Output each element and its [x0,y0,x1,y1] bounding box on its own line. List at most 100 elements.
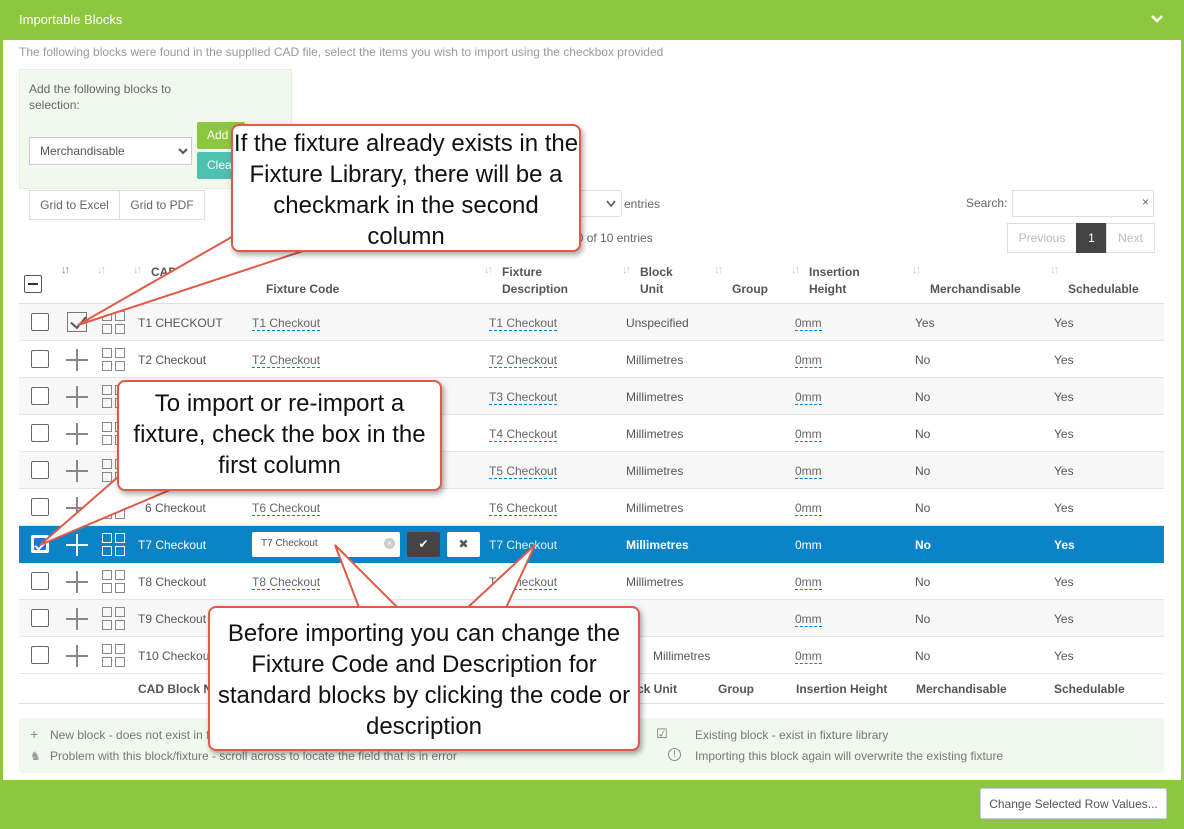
insertion-height-link[interactable]: 0mm [795,538,822,552]
cancel-edit-button[interactable]: ✖ [447,532,480,557]
sort-icon[interactable]: ↓↑ [1050,264,1059,276]
legend-new: New block - does not exist in f [50,728,210,742]
cad-block-name: T7 Checkout [138,538,207,552]
col-insertion-height[interactable]: Insertion [809,264,860,281]
col-block-unit-2: Unit [640,282,664,296]
fixture-desc-link[interactable]: T7 Checkout [489,538,557,552]
sort-icon[interactable]: ↓↑ [622,264,631,276]
table-row[interactable]: T2 Checkout T2 Checkout T2 Checkout Mill… [19,341,1164,378]
fixture-code-link[interactable]: T6 Checkout [252,501,321,516]
merchandisable-value: Yes [915,316,935,330]
block-unit: Millimetres [626,427,684,441]
sort-icon[interactable]: ↓↑ [484,264,493,276]
block-unit: Millimetres [626,464,684,478]
search-clear-icon[interactable]: × [1142,195,1149,209]
schedulable-value: Yes [1054,316,1074,330]
sort-icon[interactable]: ↓↑ [714,264,723,276]
sort-icon[interactable]: ↓↑ [912,264,921,276]
block-grid-icon [102,644,126,668]
col-cad-block[interactable]: CAD B [151,264,189,281]
row-checkbox-checked[interactable] [31,535,49,553]
fixture-code-link[interactable]: T8 Checkout [252,575,321,590]
cad-block-name: 6 Checkout [145,501,206,515]
merchandisable-value: No [915,575,931,589]
foot-col-unit: ck Unit [637,682,678,696]
info-icon: ! [668,748,681,761]
schedulable-value: Yes [1054,427,1074,441]
row-checkbox[interactable] [31,572,49,590]
fixture-desc-link[interactable]: T6 Checkout [489,501,558,516]
schedulable-value: Yes [1054,501,1074,515]
fixture-code-edit-value: T7 Checkout [261,538,318,549]
insertion-height-link[interactable]: 0mm [795,649,822,664]
row-checkbox[interactable] [31,350,49,368]
clear-input-icon[interactable]: × [384,538,395,549]
block-grid-icon [102,570,126,594]
row-checkbox[interactable] [31,387,49,405]
row-checkbox[interactable] [31,461,49,479]
fixture-code-link[interactable]: T2 Checkout [252,353,321,368]
fixture-desc-link[interactable]: T1 Checkout [489,316,558,331]
grid-to-excel-button[interactable]: Grid to Excel [29,190,120,220]
table-row[interactable]: T1 CHECKOUT T1 Checkout T1 Checkout Unsp… [19,304,1164,341]
row-checkbox[interactable] [31,646,49,664]
row-checkbox[interactable] [31,424,49,442]
grid-to-pdf-button[interactable]: Grid to PDF [119,190,205,220]
merchandisable-value: No [915,390,931,404]
col-schedulable[interactable]: Schedulable [1068,281,1139,298]
row-checkbox[interactable] [31,498,49,516]
fixture-code-edit-input[interactable]: T7 Checkout × [252,532,400,557]
fixture-desc-link[interactable]: T8 Checkout [489,575,558,590]
chevron-down-icon[interactable] [1150,12,1164,26]
search-input[interactable] [1012,190,1154,217]
foot-col-group: Group [718,682,754,696]
insertion-height-link[interactable]: 0mm [795,353,822,368]
fixture-desc-link[interactable]: T5 Checkout [489,464,558,479]
table-row[interactable]: 6 Checkout T6 Checkout T6 Checkout Milli… [19,489,1164,526]
fixture-desc-link[interactable]: T2 Checkout [489,353,558,368]
insertion-height-link[interactable]: 0mm [795,427,822,442]
fixture-desc-link[interactable]: T3 Checkout [489,390,558,405]
insertion-height-link[interactable]: 0mm [795,316,822,331]
sort-icon[interactable]: ↓↑ [61,264,70,276]
pagination-next[interactable]: Next [1106,223,1155,253]
cad-block-name: T8 Checkout [138,575,207,589]
fixture-desc-link[interactable]: T4 Checkout [489,427,558,442]
insertion-height-link[interactable]: 0mm [795,575,822,590]
pagination-previous[interactable]: Previous [1007,223,1077,253]
insertion-height-link[interactable]: 0mm [795,464,822,479]
table-row-selected[interactable]: T7 Checkout T7 Checkout × ✔ ✖ T7 Checkou… [19,526,1164,563]
select-all-checkbox[interactable] [24,275,42,293]
pagination-page[interactable]: 1 [1076,223,1107,253]
merchandisable-value: No [915,427,931,441]
change-selected-rows-button[interactable]: Change Selected Row Values... [980,788,1167,819]
sort-icon[interactable]: ↓↑ [97,264,106,276]
col-block-unit[interactable]: Block [640,264,673,281]
col-fixture-desc[interactable]: Fixture [502,264,542,281]
foot-col-merch: Merchandisable [916,682,1007,696]
fixture-code-link[interactable]: T1 Checkout [252,316,321,331]
confirm-edit-button[interactable]: ✔ [407,532,440,557]
selection-type-select[interactable]: Merchandisable [29,137,192,165]
row-checkbox[interactable] [31,313,49,331]
new-block-plus-icon [66,386,88,408]
table-row[interactable]: T8 Checkout T8 Checkout T8 Checkout Mill… [19,563,1164,600]
sort-icon[interactable]: ↓↑ [133,264,142,276]
block-grid-icon [102,496,126,520]
row-checkbox[interactable] [31,609,49,627]
block-grid-icon [102,533,126,557]
insertion-height-link[interactable]: 0mm [795,390,822,405]
new-block-plus-icon [66,460,88,482]
insertion-height-link[interactable]: 0mm [795,612,822,627]
col-fixture-code[interactable]: Fixture Code [266,281,339,298]
legend-existing: Existing block - exist in fixture librar… [695,728,889,742]
sort-icon[interactable]: ↓↑ [791,264,800,276]
merchandisable-value: No [915,501,931,515]
cad-block-name: T10 Checkout [138,649,213,663]
col-merchandisable[interactable]: Merchandisable [930,281,1021,298]
panel-title: Importable Blocks [19,12,123,27]
panel-header[interactable]: Importable Blocks [0,0,1184,40]
schedulable-value: Yes [1054,538,1075,552]
col-group[interactable]: Group [732,281,768,298]
insertion-height-link[interactable]: 0mm [795,501,822,516]
